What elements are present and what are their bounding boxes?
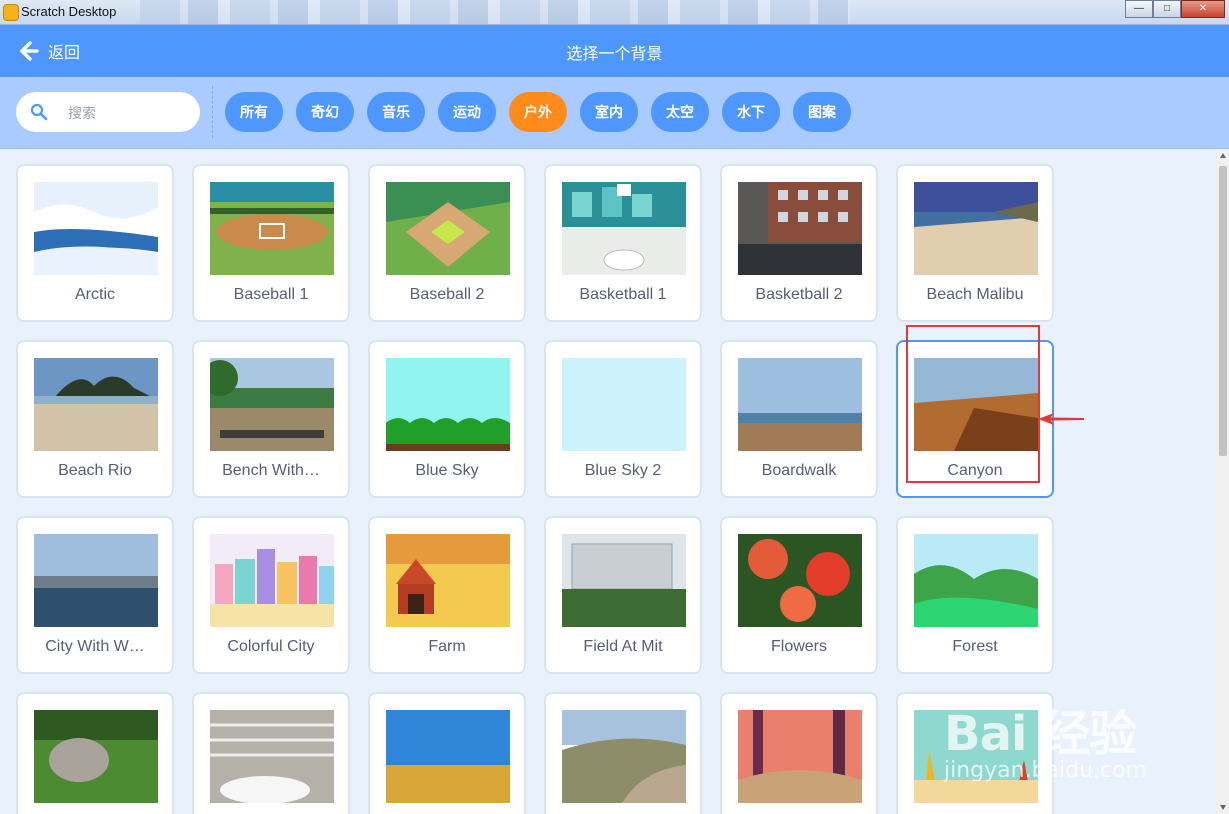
basketball-icon xyxy=(562,182,686,275)
backdrop-card[interactable]: Baseball 1 xyxy=(192,164,350,322)
arctic-icon xyxy=(34,182,158,275)
backdrop-name: Basketball 1 xyxy=(579,286,667,303)
watermark-brand: Bai 经验 xyxy=(944,706,1137,762)
backdrop-card[interactable]: City With W… xyxy=(16,516,174,674)
beach-icon xyxy=(34,358,158,451)
window-controls: — □ ✕ xyxy=(1125,0,1225,18)
backdrop-name: Blue Sky 2 xyxy=(584,462,662,479)
maximize-button[interactable]: □ xyxy=(1153,0,1181,18)
tag-button[interactable]: 所有 xyxy=(225,92,283,132)
forest-icon xyxy=(914,534,1038,627)
tag-button[interactable]: 太空 xyxy=(651,92,709,132)
annotation-arrow-icon xyxy=(1038,412,1086,431)
rock-icon xyxy=(34,710,158,803)
beach-icon xyxy=(914,182,1038,275)
backdrop-name: Blue Sky xyxy=(415,462,479,479)
backdrop-card[interactable]: Beach Malibu xyxy=(896,164,1054,322)
sky-icon xyxy=(386,358,510,451)
search-input[interactable] xyxy=(66,100,190,126)
backdrop-card[interactable]: Field At Mit xyxy=(544,516,702,674)
backdrop-card[interactable] xyxy=(192,692,350,814)
backdrop-card[interactable]: Farm xyxy=(368,516,526,674)
baidu-watermark: Bai 经验 jingyan.baidu.com xyxy=(944,688,1174,788)
scrollbar[interactable] xyxy=(1217,149,1229,814)
backdrop-name: Flowers xyxy=(770,638,827,655)
backdrop-name: Boardwalk xyxy=(761,462,837,479)
city-icon xyxy=(34,534,158,627)
backdrop-card[interactable] xyxy=(16,692,174,814)
backdrop-name: Baseball 1 xyxy=(233,286,309,303)
bench-icon xyxy=(210,358,334,451)
backdrop-name: Beach Malibu xyxy=(926,286,1024,303)
jungle-icon xyxy=(738,710,862,803)
tag-button[interactable]: 室内 xyxy=(580,92,638,132)
basketball-icon xyxy=(738,182,862,275)
backdrop-name: Farm xyxy=(428,638,466,655)
backdrop-card[interactable]: Arctic xyxy=(16,164,174,322)
window-titlebar: Scratch Desktop — □ ✕ xyxy=(0,0,1229,25)
backdrop-card[interactable]: Beach Rio xyxy=(16,340,174,498)
watermark-url: jingyan.baidu.com xyxy=(944,758,1148,783)
backdrop-name: Field At Mit xyxy=(583,638,663,655)
hill-icon xyxy=(562,710,686,803)
taskbar-thumbnails xyxy=(140,0,850,24)
backdrop-card[interactable]: Baseball 2 xyxy=(368,164,526,322)
scroll-thumb[interactable] xyxy=(1219,166,1227,456)
backdrop-name: City With W… xyxy=(45,638,145,655)
search-icon xyxy=(30,103,48,126)
backdrop-name: Bench With… xyxy=(222,462,320,479)
backdrop-name: Beach Rio xyxy=(58,462,132,479)
tag-button[interactable]: 运动 xyxy=(438,92,496,132)
filter-divider xyxy=(212,86,213,138)
backdrop-card[interactable]: Forest xyxy=(896,516,1054,674)
backdrop-card[interactable]: Blue Sky 2 xyxy=(544,340,702,498)
steps-icon xyxy=(210,710,334,803)
backdrop-card[interactable]: Flowers xyxy=(720,516,878,674)
backdrop-name: Colorful City xyxy=(227,638,315,655)
backdrop-card[interactable] xyxy=(544,692,702,814)
backdrop-name: Forest xyxy=(952,638,998,655)
tag-button[interactable]: 音乐 xyxy=(367,92,425,132)
sky-icon xyxy=(562,358,686,451)
search-box[interactable] xyxy=(16,92,200,132)
backdrop-name: Baseball 2 xyxy=(409,286,485,303)
tag-button[interactable]: 奇幻 xyxy=(296,92,354,132)
backdrop-card[interactable]: Boardwalk xyxy=(720,340,878,498)
filter-bar: 所有奇幻音乐运动户外室内太空水下图案 xyxy=(0,77,1229,149)
close-button[interactable]: ✕ xyxy=(1181,0,1225,18)
baseball-icon xyxy=(386,182,510,275)
farm-icon xyxy=(386,534,510,627)
backdrop-card[interactable]: Bench With… xyxy=(192,340,350,498)
scratch-app-icon xyxy=(3,4,19,21)
scroll-up-arrow-icon[interactable] xyxy=(1220,153,1226,158)
city-icon xyxy=(210,534,334,627)
backdrop-name: Arctic xyxy=(75,286,115,303)
boardwalk-icon xyxy=(738,358,862,451)
tag-button[interactable]: 图案 xyxy=(793,92,851,132)
tag-button[interactable]: 户外 xyxy=(509,92,567,132)
backdrop-name: Basketball 2 xyxy=(755,286,843,303)
backdrop-card[interactable]: Blue Sky xyxy=(368,340,526,498)
backdrop-card[interactable]: Basketball 1 xyxy=(544,164,702,322)
annotation-highlight-box xyxy=(906,325,1040,483)
tag-button[interactable]: 水下 xyxy=(722,92,780,132)
backdrop-card[interactable] xyxy=(368,692,526,814)
window-title: Scratch Desktop xyxy=(21,4,117,19)
tag-list: 所有 奇幻 音乐 运动 户外 室内 太空 水下 图案 xyxy=(225,92,864,132)
library-header: 返回 选择一个背景 xyxy=(0,25,1229,77)
backdrop-card[interactable]: Basketball 2 xyxy=(720,164,878,322)
page-title: 选择一个背景 xyxy=(566,46,663,63)
backdrop-card[interactable]: Colorful City xyxy=(192,516,350,674)
minimize-button[interactable]: — xyxy=(1125,0,1153,18)
flowers-icon xyxy=(738,534,862,627)
hay-field-icon xyxy=(386,710,510,803)
backdrop-card[interactable] xyxy=(720,692,878,814)
field-icon xyxy=(562,534,686,627)
scroll-down-arrow-icon[interactable] xyxy=(1220,805,1226,810)
baseball-icon xyxy=(210,182,334,275)
